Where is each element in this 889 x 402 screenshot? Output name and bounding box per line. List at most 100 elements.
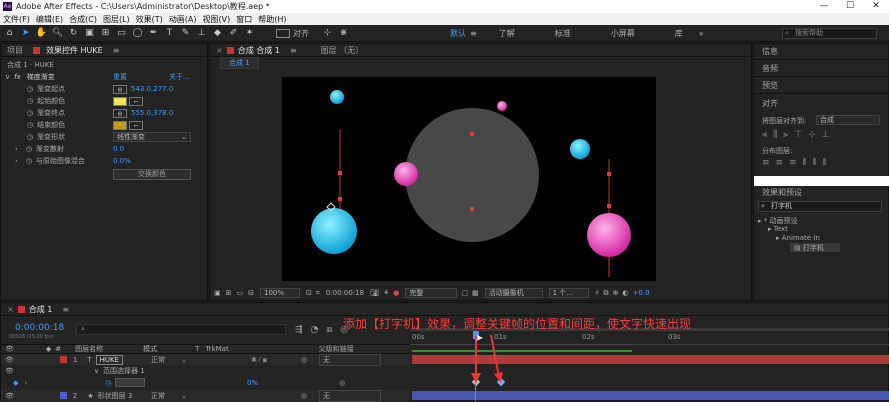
about-link[interactable]: 关于... <box>169 72 190 82</box>
home-icon[interactable]: ⌂ <box>3 27 16 40</box>
crosshair-icon[interactable]: ⊕ <box>113 108 127 118</box>
comp-canvas[interactable] <box>282 77 656 281</box>
audio-panel-header[interactable]: 音频 <box>754 61 888 77</box>
zoom-dropdown[interactable]: 100% <box>260 288 300 298</box>
menu-window[interactable]: 窗口 <box>236 14 252 25</box>
eyedropper-icon[interactable]: ⌐ <box>129 96 143 106</box>
close-icon[interactable]: × <box>216 46 223 55</box>
distribute-right-icon[interactable]: ⦀ <box>823 158 827 168</box>
eyedropper-icon[interactable]: ⌐ <box>129 120 143 130</box>
menu-view[interactable]: 视图(V) <box>203 14 231 25</box>
minimize-button[interactable]: — <box>811 0 837 13</box>
tree-item-typewriter[interactable]: ▤ 打字机 <box>790 243 840 252</box>
panel-menu-icon[interactable]: ≡ <box>290 46 297 55</box>
menu-composition[interactable]: 合成(C) <box>69 14 97 25</box>
shape-dropdown[interactable]: 线性渐变 ⌄ <box>113 132 191 142</box>
prop-value[interactable]: 0.0 <box>113 145 124 153</box>
distribute-vcenter-icon[interactable]: ≡ <box>776 158 784 168</box>
layer-label-color[interactable] <box>59 356 67 363</box>
color-swatch[interactable] <box>113 120 127 130</box>
tab-project[interactable]: 项目 <box>7 45 23 56</box>
stopwatch-icon[interactable]: ◷ <box>27 121 33 129</box>
panel-menu-icon[interactable]: ≡ <box>62 305 69 314</box>
close-icon[interactable]: × <box>7 305 14 314</box>
parent-dropdown[interactable]: 无 <box>319 353 381 366</box>
header-mode[interactable]: 模式 <box>143 344 157 354</box>
align-top-icon[interactable]: ⊤ <box>794 130 802 140</box>
workspace-small-screen[interactable]: 小屏幕 <box>611 28 635 39</box>
stopwatch-icon[interactable]: ◷ <box>27 97 33 105</box>
layer-row-2[interactable]: 👁︎ 2 ★ 形状图层 3 正常 ⌄ ◎ 无 <box>1 389 410 402</box>
menu-edit[interactable]: 编辑(E) <box>36 14 63 25</box>
transparency-icon[interactable]: ▦ <box>472 289 479 297</box>
puppet-tool-icon[interactable]: ✶ <box>243 27 256 40</box>
grid-icon[interactable]: ⊞ <box>226 289 232 297</box>
stopwatch-icon[interactable]: ◷ <box>26 145 32 153</box>
stopwatch-icon[interactable]: ◷ <box>27 85 33 93</box>
prop-value[interactable]: 543.0,277.0 <box>131 85 173 93</box>
workspace-more-icon[interactable]: » <box>699 29 704 38</box>
visibility-icon[interactable]: 👁︎ <box>5 367 14 375</box>
layer-row-1[interactable]: 👁︎ 1 T HUKE 正常 ⌄ ✱ ⁄ ▪ ◎ 无 <box>1 353 410 366</box>
keyframe-nav-icon[interactable]: ◆ <box>13 379 18 387</box>
expand-chevron-icon[interactable]: ∨ <box>94 367 99 375</box>
stopwatch-icon[interactable]: ◷ <box>26 157 32 165</box>
info-panel-header[interactable]: 信息 <box>754 44 888 60</box>
layer-name[interactable]: 形状图层 3 <box>98 391 133 401</box>
pickwhip-icon[interactable]: ◎ <box>301 356 307 364</box>
chevron-down-icon[interactable]: ⌄ <box>181 392 187 400</box>
layer-mode[interactable]: 正常 <box>151 391 165 401</box>
help-search-input[interactable]: ⌕ 搜索帮助 <box>782 28 877 39</box>
workspace-menu-icon[interactable]: ≡ <box>470 29 477 38</box>
distribute-left-icon[interactable]: ⦀ <box>803 158 807 168</box>
pan-behind-tool-icon[interactable]: ⊞ <box>99 27 112 40</box>
align-panel-header[interactable]: 对齐 <box>754 96 888 112</box>
snap-icon[interactable]: ⊹ <box>321 27 334 40</box>
layer-switches-icon[interactable]: ✱ ⁄ ▪ <box>251 356 267 364</box>
offset-value[interactable]: 0% <box>247 379 258 387</box>
timeline-icon[interactable]: ⧉ <box>604 289 609 298</box>
comp-flowchart-icon[interactable]: ⇶ <box>295 325 303 335</box>
workspace-standard[interactable]: 标准 <box>555 28 571 39</box>
close-button[interactable]: ✕ <box>863 0 889 13</box>
menu-layer[interactable]: 图层(L) <box>103 14 130 25</box>
expand-chevron-icon[interactable]: › <box>15 157 18 165</box>
crosshair-icon[interactable]: ⊕ <box>113 84 127 94</box>
align-hcenter-icon[interactable]: ⫼ <box>773 130 777 140</box>
fast-preview-icon[interactable]: ⚡︎ <box>595 289 600 297</box>
eraser-tool-icon[interactable]: ◆ <box>211 27 224 40</box>
menu-animation[interactable]: 动画(A) <box>169 14 197 25</box>
clone-stamp-tool-icon[interactable]: ⊥ <box>195 27 208 40</box>
reset-link[interactable]: 重置 <box>113 72 127 82</box>
tab-effect-controls[interactable]: 效果控件 HUKE <box>46 45 103 56</box>
tab-timeline-comp[interactable]: 合成 1 <box>29 304 53 315</box>
effects-search-input[interactable]: ⌕ 打字机 <box>758 201 882 212</box>
snapshot-icon[interactable]: 📷︎ <box>370 289 379 297</box>
prop-value[interactable]: 0.0% <box>113 157 131 165</box>
workspace-library[interactable]: 库 <box>675 28 683 39</box>
flowchart-icon[interactable]: ⊕ <box>613 289 619 297</box>
comp-crumb[interactable]: 合成 1 <box>220 57 259 69</box>
expand-chevron-icon[interactable]: ∨ <box>5 73 10 81</box>
quality-dropdown[interactable]: 完整 <box>405 288 458 298</box>
timeline-timecode[interactable]: 0:00:00:18 <box>15 323 64 333</box>
align-right-icon[interactable]: ⫸ <box>783 130 788 140</box>
pickwhip-icon[interactable]: ◎ <box>301 392 307 400</box>
camera-tool-icon[interactable]: ▣ <box>83 27 96 40</box>
camera-dropdown[interactable]: 活动摄像机 <box>484 288 543 298</box>
stopwatch-icon[interactable]: ◷ <box>27 109 33 117</box>
safe-margins-icon[interactable]: ⌗ <box>316 289 320 298</box>
align-bottom-icon[interactable]: ⊥ <box>822 130 830 140</box>
selection-tool-icon[interactable]: ➤ <box>19 27 32 40</box>
rectangle-tool-icon[interactable]: ▭ <box>115 27 128 40</box>
distribute-bottom-icon[interactable]: ≡ <box>789 158 797 168</box>
header-trkmat[interactable]: TrkMat <box>205 345 228 353</box>
layer-name[interactable]: HUKE <box>95 354 124 365</box>
align-left-icon[interactable]: ⫷ <box>762 130 767 140</box>
tree-item-animation-presets[interactable]: ▸ * 动画预设 <box>758 216 840 225</box>
align-to-dropdown[interactable]: 合成 <box>816 115 880 125</box>
header-parent[interactable]: 父级和链接 <box>319 344 354 354</box>
menu-effect[interactable]: 效果(T) <box>136 14 163 25</box>
swap-colors-button[interactable]: 交换颜色 <box>113 169 191 180</box>
zoom-tool-icon[interactable]: 🔍︎ <box>51 27 64 40</box>
